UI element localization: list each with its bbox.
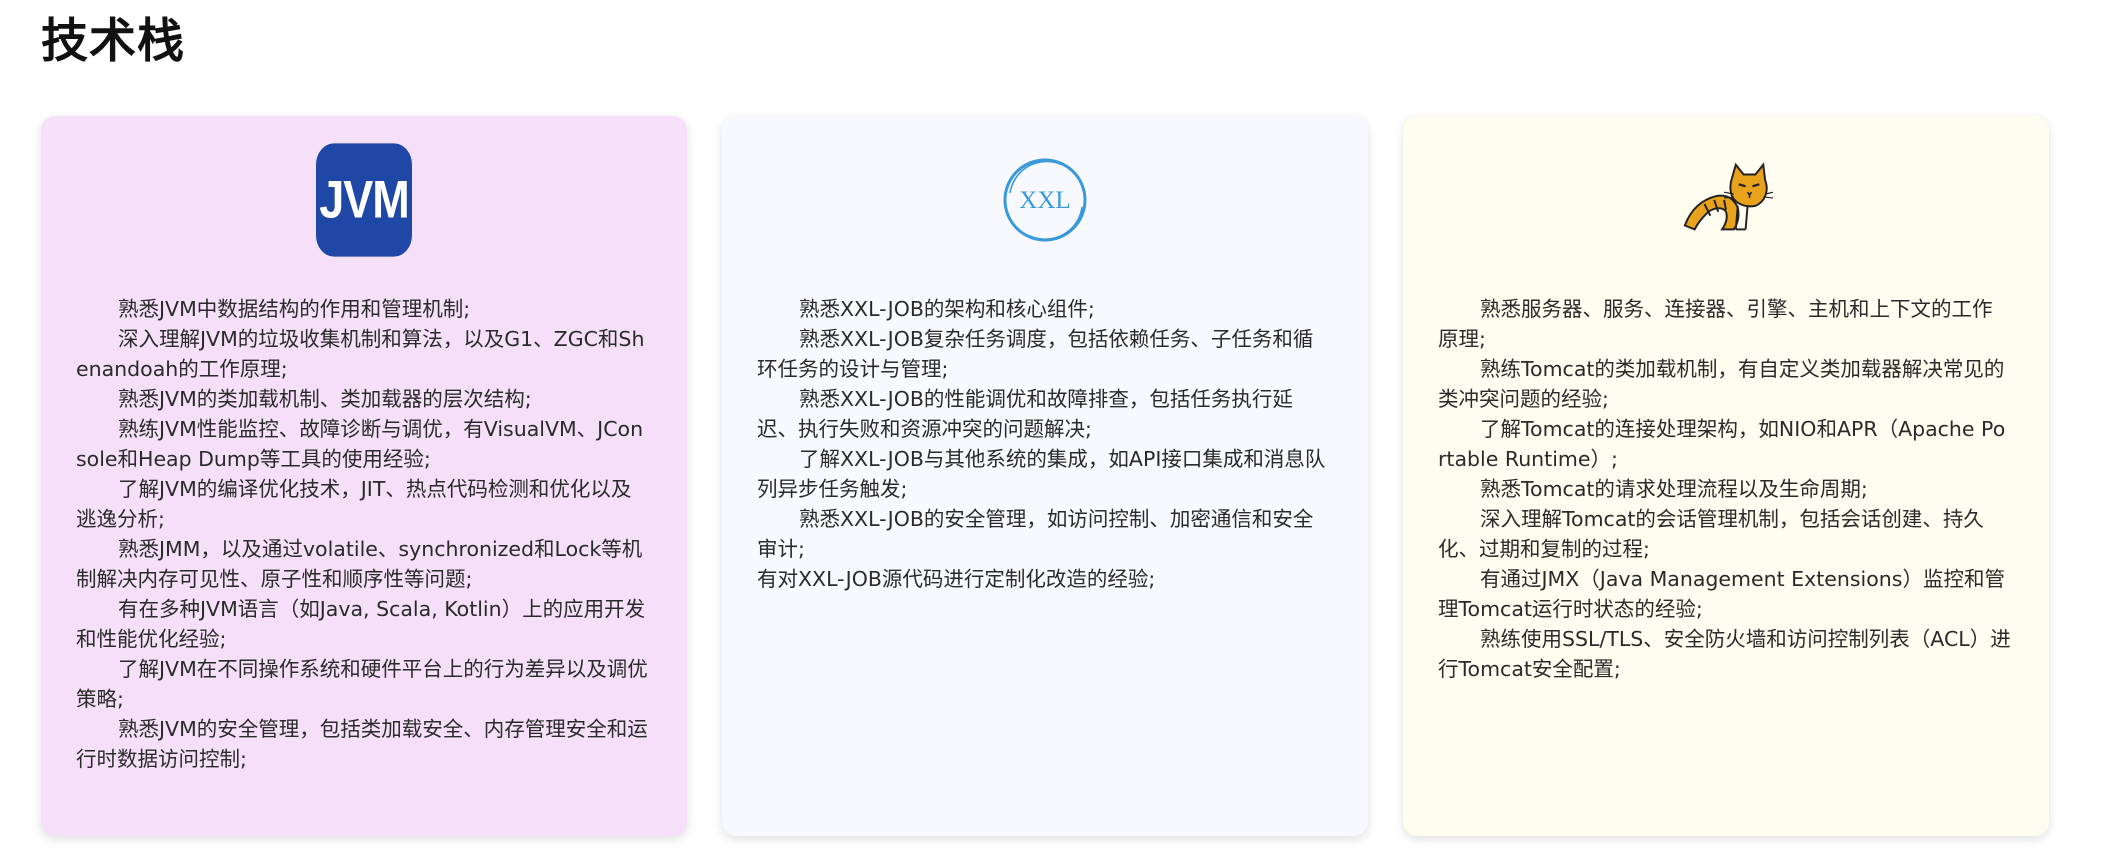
card-tomcat: 熟悉服务器、服务、连接器、引擎、主机和上下文的工作原理; 熟练Tomcat的类加…: [1403, 116, 2049, 836]
list-item: 有对XXL-JOB源代码进行定制化改造的经验;: [757, 567, 1156, 591]
card-xxl-job-description: 熟悉XXL-JOB的架构和核心组件; 熟悉XXL-JOB复杂任务调度，包括依赖任…: [757, 294, 1330, 594]
tomcat-logo-icon: [1677, 151, 1775, 249]
list-item: 熟悉JMM，以及通过volatile、synchronized和Lock等机制解…: [76, 537, 643, 591]
list-item: 熟悉XXL-JOB的架构和核心组件;: [799, 297, 1095, 321]
jvm-logo-icon: JVM: [315, 143, 413, 257]
list-item: 了解JVM在不同操作系统和硬件平台上的行为差异以及调优策略;: [76, 657, 648, 711]
list-item: 有在多种JVM语言（如Java, Scala, Kotlin）上的应用开发和性能…: [76, 597, 646, 651]
list-item: 熟悉XXL-JOB的安全管理，如访问控制、加密通信和安全审计;: [757, 507, 1314, 561]
list-item: 熟练使用SSL/TLS、安全防火墙和访问控制列表（ACL）进行Tomcat安全配…: [1438, 627, 2011, 681]
list-item: 了解JVM的编译优化技术，JIT、热点代码检测和优化以及逃逸分析;: [76, 477, 632, 531]
list-item: 熟悉Tomcat的请求处理流程以及生命周期;: [1480, 477, 1868, 501]
list-item: 熟练JVM性能监控、故障诊断与调优，有VisualVM、JConsole和Hea…: [76, 417, 644, 471]
list-item: 有通过JMX（Java Management Extensions）监控和管理T…: [1438, 567, 2005, 621]
list-item: 了解Tomcat的连接处理架构，如NIO和APR（Apache Portable…: [1438, 417, 2006, 471]
xxl-job-logo-svg: XXL: [1003, 158, 1087, 242]
card-jvm: JVM 熟悉JVM中数据结构的作用和管理机制; 深入理解JVM的垃圾收集机制和算…: [41, 116, 687, 836]
xxl-job-logo-icon: XXL: [996, 151, 1094, 249]
jvm-logo-text: JVM: [316, 143, 412, 257]
list-item: 熟练Tomcat的类加载机制，有自定义类加载器解决常见的类冲突问题的经验;: [1438, 357, 2005, 411]
list-item: 深入理解Tomcat的会话管理机制，包括会话创建、持久化、过期和复制的过程;: [1438, 507, 1984, 561]
xxl-job-logo-text: XXL: [1019, 187, 1070, 214]
card-jvm-description: 熟悉JVM中数据结构的作用和管理机制; 深入理解JVM的垃圾收集机制和算法，以及…: [76, 294, 649, 774]
list-item: 熟悉XXL-JOB复杂任务调度，包括依赖任务、子任务和循环任务的设计与管理;: [757, 327, 1314, 381]
list-item: 了解XXL-JOB与其他系统的集成，如API接口集成和消息队列异步任务触发;: [757, 447, 1326, 501]
tech-stack-cards: JVM 熟悉JVM中数据结构的作用和管理机制; 深入理解JVM的垃圾收集机制和算…: [41, 116, 2061, 836]
list-item: 熟悉JVM的安全管理，包括类加载安全、内存管理安全和运行时数据访问控制;: [76, 717, 648, 771]
list-item: 熟悉服务器、服务、连接器、引擎、主机和上下文的工作原理;: [1438, 297, 1993, 351]
list-item: 熟悉XXL-JOB的性能调优和故障排查，包括任务执行延迟、执行失败和资源冲突的问…: [757, 387, 1293, 441]
card-xxl-job: XXL 熟悉XXL-JOB的架构和核心组件; 熟悉XXL-JOB复杂任务调度，包…: [722, 116, 1368, 836]
list-item: 熟悉JVM中数据结构的作用和管理机制;: [118, 297, 471, 321]
card-tomcat-description: 熟悉服务器、服务、连接器、引擎、主机和上下文的工作原理; 熟练Tomcat的类加…: [1438, 294, 2011, 684]
list-item: 熟悉JVM的类加载机制、类加载器的层次结构;: [118, 387, 532, 411]
tomcat-logo-svg: [1683, 162, 1774, 231]
page-title: 技术栈: [41, 14, 185, 69]
list-item: 深入理解JVM的垃圾收集机制和算法，以及G1、ZGC和Shenandoah的工作…: [76, 327, 645, 381]
